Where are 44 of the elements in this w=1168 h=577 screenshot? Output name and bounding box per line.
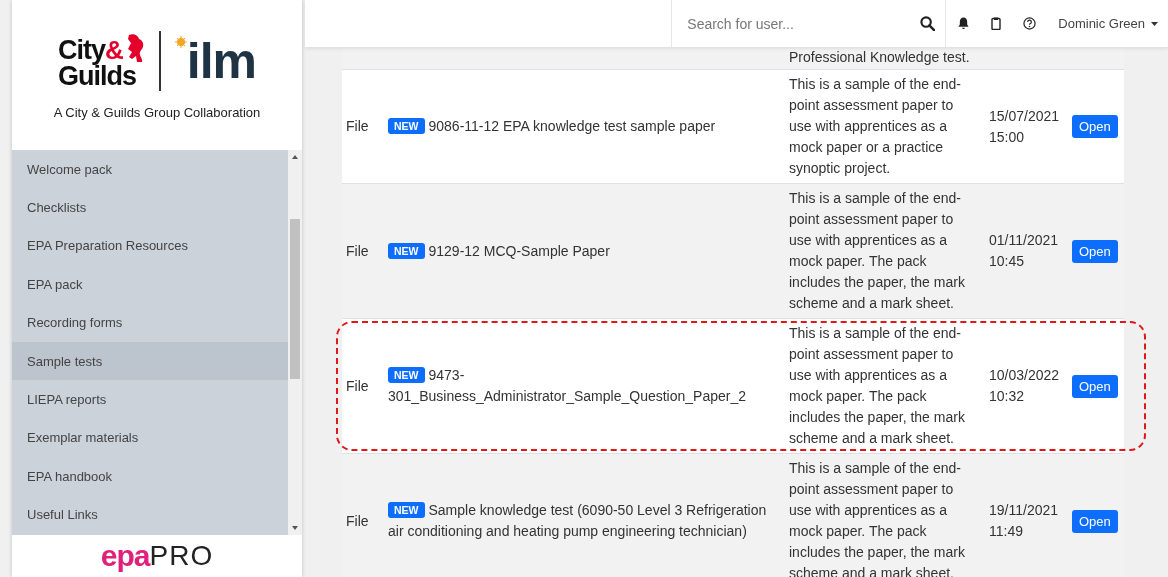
date-cell-text: 01/11/2021 10:45: [988, 231, 1060, 271]
footer-logo-text: PRO: [149, 540, 214, 571]
logo-text: City: [57, 36, 105, 63]
date-cell-text: 15/07/2021 15:00: [988, 106, 1061, 147]
sidebar-item[interactable]: Exemplar materials: [12, 418, 288, 458]
date-cell-text: 10/03/2022 10:32: [988, 366, 1061, 406]
table-cell-text: File: [345, 241, 370, 261]
table-cell-text: Professional Knowledge test.: [788, 48, 971, 67]
table-cell-text: File: [345, 376, 370, 396]
sidebar-item[interactable]: EPA Preparation Resources: [12, 226, 288, 266]
open-button[interactable]: Open: [1072, 239, 1118, 263]
footer-logo-text: epa: [100, 539, 150, 573]
table-cell-text: File: [345, 117, 370, 136]
scrollbar[interactable]: [288, 150, 302, 535]
user-menu[interactable]: Dominic Green: [1058, 16, 1158, 31]
sidebar-item[interactable]: Welcome pack: [12, 150, 288, 189]
sidebar-item[interactable]: LIEPA reports: [12, 380, 288, 419]
open-button[interactable]: Open: [1072, 374, 1118, 398]
sidebar-item[interactable]: Recording forms: [12, 303, 288, 342]
clipboard-icon[interactable]: [991, 17, 1002, 30]
date-cell-text: 19/11/2021 11:49: [988, 501, 1060, 541]
file-link[interactable]: NEW 9129-12 MCQ-Sample Paper: [384, 236, 785, 266]
sidebar-item[interactable]: EPA pack: [12, 265, 288, 304]
table-cell-text: This is a sample of the end-point assessment paper to use with apprentices as a mock paper. The pack includes the paper, the mark scheme and a mark sheet.: [788, 324, 966, 448]
sidebar-item[interactable]: Sample tests: [12, 341, 288, 381]
sidebar-item[interactable]: EPA handbook: [12, 457, 288, 496]
open-button[interactable]: Open: [1072, 115, 1118, 138]
logo-tagline: A City & Guilds Group Collaboration: [53, 104, 261, 120]
file-link[interactable]: NEW 9473-301_Business_Administrator_Sample_Question_Paper_2: [384, 361, 785, 411]
sidebar-item[interactable]: Useful Links: [12, 495, 288, 534]
search-icon[interactable]: [920, 16, 936, 31]
sidebar-item[interactable]: Checklists: [12, 188, 288, 227]
help-icon[interactable]: [1023, 17, 1037, 30]
table-cell-text: This is a sample of the end-point assessment paper to use with apprentices as a mock paper. The pack includes the paper, the mark scheme and a mark sheet.: [788, 189, 966, 313]
file-link[interactable]: NEW 9086-11-12 EPA knowledge test sample paper: [384, 112, 785, 141]
table-cell-text: File: [345, 511, 370, 531]
file-link[interactable]: NEW Sample knowledge test (6090-50 Level 3 Refrigeration air conditioning and heating pump engineering technician): [384, 496, 785, 546]
table-cell-text: This is a sample of the end-point assessment paper to use with apprentices as a mock paper or a practice synoptic project.: [788, 75, 962, 178]
search-field[interactable]: Search for user...: [685, 14, 921, 33]
logo-ampersand: &: [105, 36, 123, 63]
bell-icon[interactable]: [958, 17, 970, 30]
logo-text: ilm: [186, 35, 256, 86]
caret-icon: [1151, 21, 1158, 26]
open-button[interactable]: Open: [1072, 509, 1118, 533]
